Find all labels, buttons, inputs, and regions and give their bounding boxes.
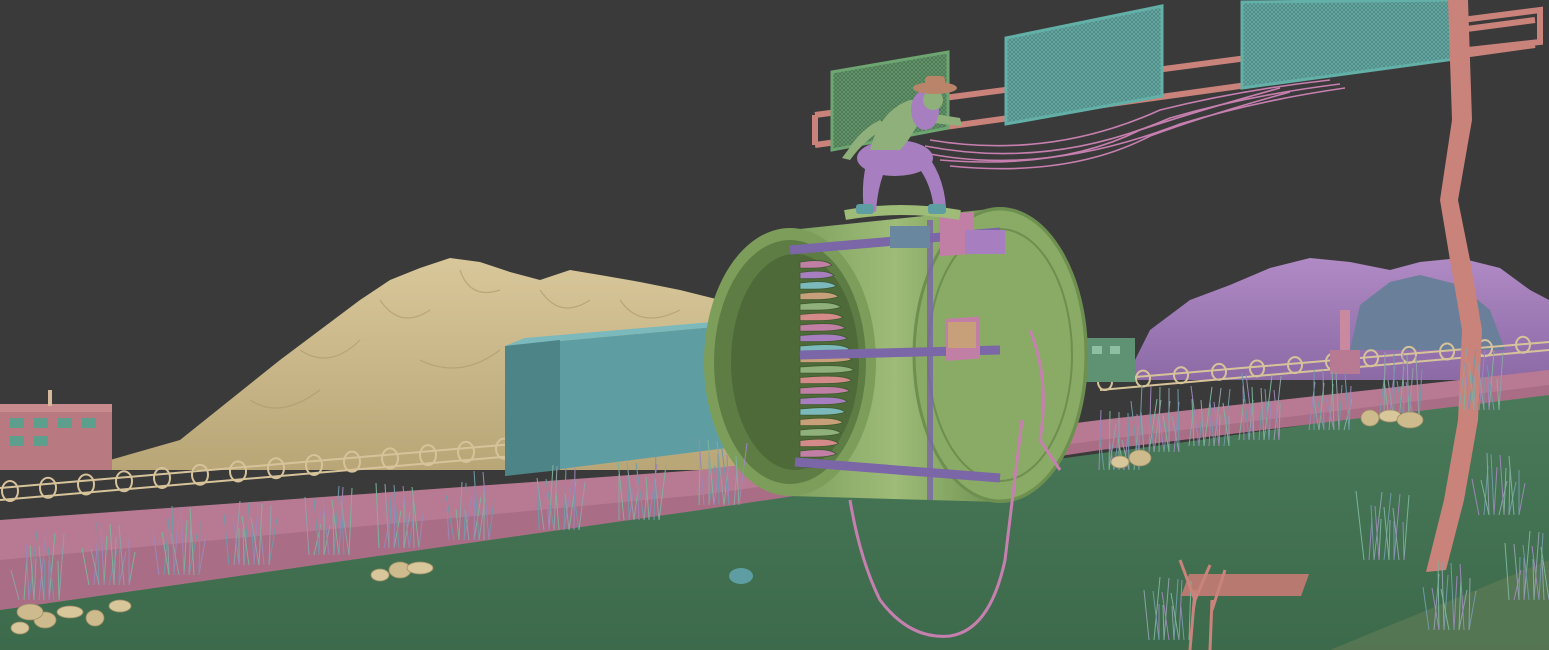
turbine-blade (799, 428, 842, 437)
small-stone (729, 568, 753, 584)
rock (56, 605, 84, 619)
turbine-blade (799, 312, 844, 322)
turbine-blade (799, 417, 844, 427)
rock (85, 609, 105, 627)
turbine-blade (799, 365, 855, 374)
rock (1396, 411, 1424, 429)
rock (16, 603, 44, 621)
rock (1110, 455, 1130, 469)
turbine-blade (799, 333, 849, 343)
viewport-scene (0, 0, 1549, 650)
turbine-blade (799, 396, 849, 406)
rock (1360, 409, 1380, 427)
turbine-blade (799, 438, 840, 448)
rock (10, 621, 30, 635)
3d-viewport[interactable] (0, 0, 1549, 650)
rock (1128, 449, 1152, 467)
rock (406, 561, 434, 575)
rock (108, 599, 132, 613)
rock (370, 568, 390, 582)
turbine-blade (799, 302, 842, 311)
turbine-blade (799, 407, 846, 416)
right-building (1085, 338, 1135, 382)
turbine-blade (799, 386, 851, 395)
turbine-blade (799, 375, 853, 385)
turbine-blade (799, 323, 846, 332)
jet-turbine (704, 205, 1088, 503)
turbine-blade (799, 291, 840, 301)
